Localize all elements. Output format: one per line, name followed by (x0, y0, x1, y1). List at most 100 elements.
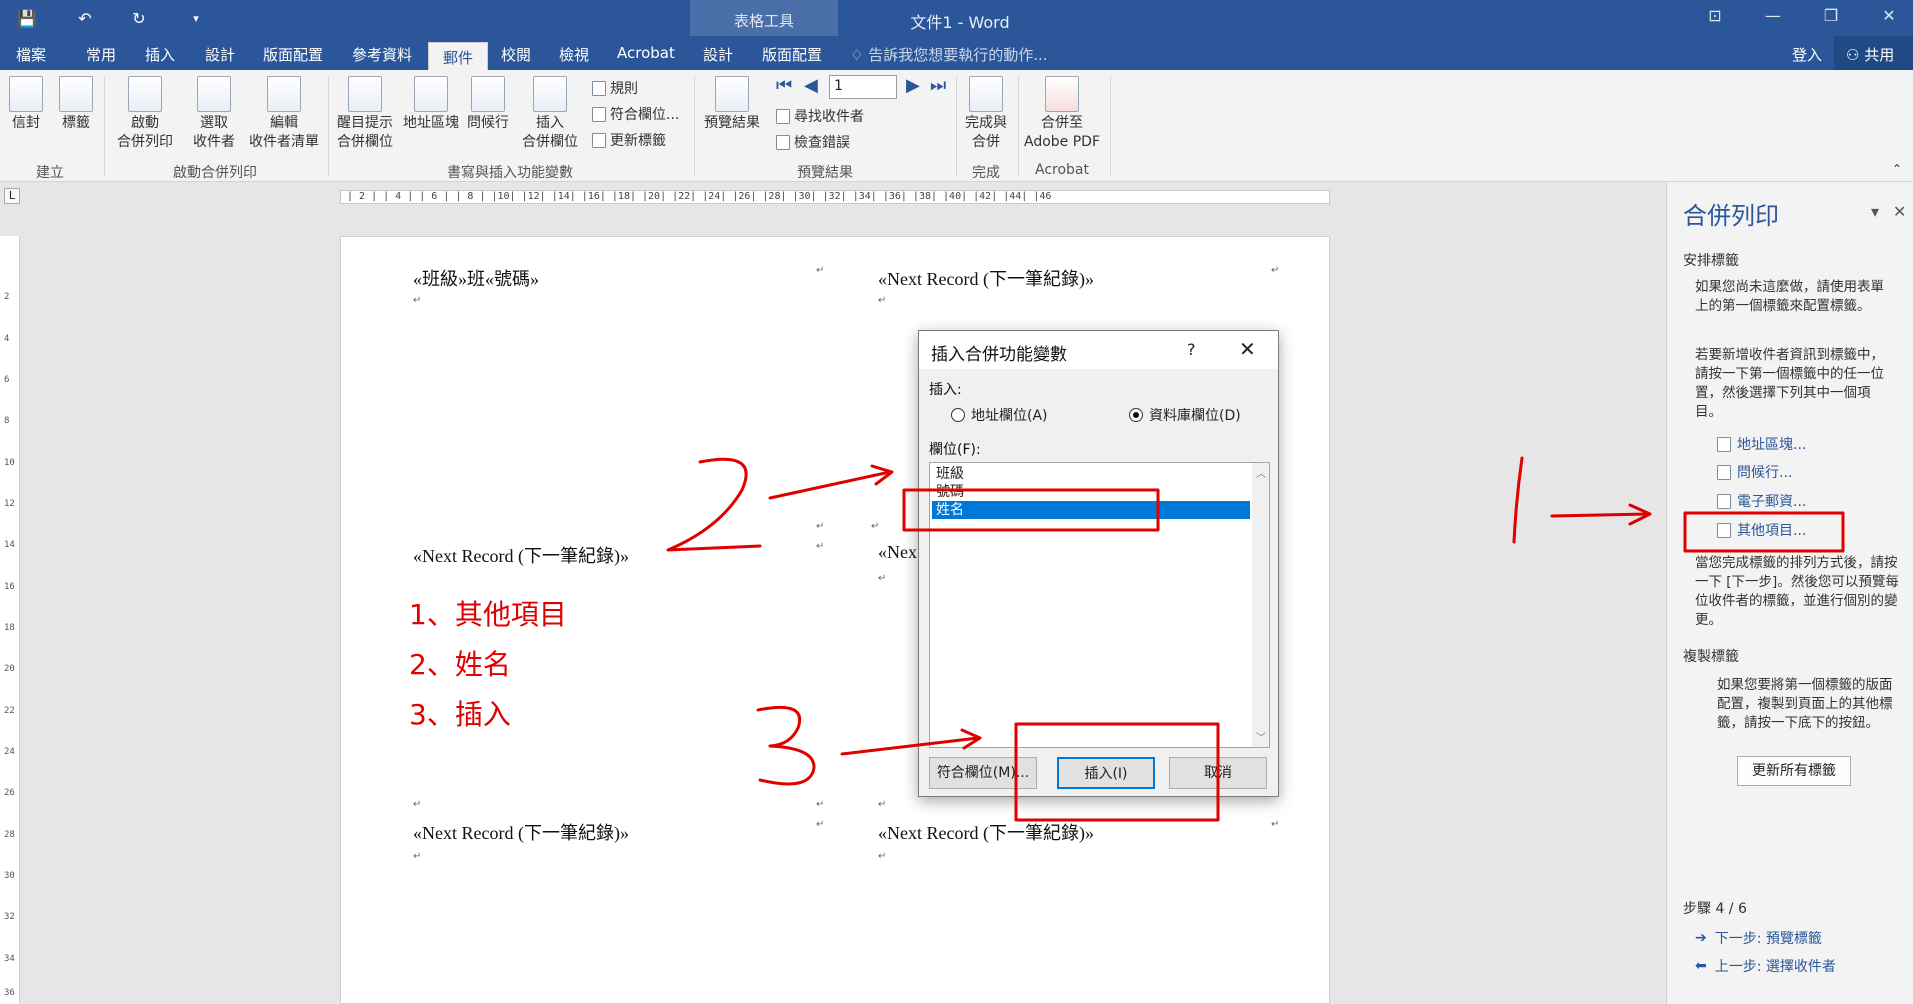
edit-recipient-list-button[interactable]: 編輯 收件者清單 (246, 76, 322, 152)
person-icon: ⚇ (1846, 46, 1865, 64)
first-record-icon[interactable]: ⏮ (776, 75, 792, 96)
vertical-ruler[interactable]: 2 4 6 8 10 12 14 16 18 20 22 24 26 28 30… (0, 236, 20, 1004)
label-cell-next-record-partial[interactable]: «Nex (878, 542, 917, 563)
record-number-input[interactable]: 1 (829, 75, 897, 99)
select-recipients-button[interactable]: 選取 收件者 (186, 76, 242, 152)
insert-merge-field-button[interactable]: 插入 合併欄位 (514, 76, 586, 152)
label-cell-next-record[interactable]: «Next Record (下一筆紀錄)» (878, 819, 1094, 845)
list-item[interactable]: 號碼 (932, 483, 1250, 501)
collapse-ribbon-icon[interactable]: ⌃ (1892, 162, 1902, 176)
labels-icon (59, 76, 93, 112)
cancel-button[interactable]: 取消 (1169, 757, 1267, 789)
share-button[interactable]: ⚇ 共用 (1834, 36, 1913, 70)
highlight-line2: 合併欄位 (337, 134, 393, 150)
close-icon[interactable]: ✕ (1893, 202, 1906, 221)
tab-review[interactable]: 校閱 (501, 44, 531, 65)
help-icon[interactable]: ? (1187, 340, 1196, 359)
highlight-merge-fields-button[interactable]: 醒目提示 合併欄位 (334, 76, 396, 152)
minimize-icon[interactable]: — (1750, 6, 1796, 30)
tell-me-search[interactable]: ♢ 告訴我您想要執行的動作... (850, 44, 1048, 65)
close-icon[interactable]: ✕ (1239, 337, 1256, 361)
radio-database-fields[interactable]: 資料庫欄位(D) (1129, 405, 1241, 425)
find-recipient-button[interactable]: 尋找收件者 (776, 106, 864, 126)
start-merge-line2: 合併列印 (117, 134, 173, 150)
tab-file[interactable]: 檔案 (16, 44, 46, 65)
tab-table-design[interactable]: 設計 (703, 44, 733, 65)
update-all-labels-button[interactable]: 更新所有標籤 (1737, 756, 1851, 786)
rules-button[interactable]: 規則 (592, 78, 638, 98)
v-ruler-tick: 26 (4, 788, 15, 798)
tab-acrobat[interactable]: Acrobat (617, 44, 675, 62)
match-fields-button[interactable]: 符合欄位... (592, 104, 679, 124)
list-item[interactable]: 班級 (932, 465, 1250, 483)
update-labels-label: 更新標籤 (610, 133, 666, 149)
replicate-labels-heading: 複製標籤 (1683, 649, 1739, 665)
next-record-icon[interactable]: ▶ (906, 75, 920, 96)
address-block-link[interactable]: 地址區塊... (1717, 434, 1806, 454)
paragraph-mark: ↵ (413, 851, 422, 862)
tab-home[interactable]: 常用 (86, 44, 116, 65)
preview-results-button[interactable]: 預覽結果 (700, 76, 764, 133)
labels-button[interactable]: 標籤 (56, 76, 96, 133)
tab-insert[interactable]: 插入 (145, 44, 175, 65)
tab-references[interactable]: 參考資料 (352, 44, 412, 65)
sign-in-link[interactable]: 登入 (1792, 44, 1822, 65)
match-fields-button[interactable]: 符合欄位(M)... (929, 757, 1037, 789)
adobe-pdf-icon (1045, 76, 1079, 112)
update-labels-button[interactable]: 更新標籤 (592, 130, 666, 150)
save-icon[interactable]: 💾 (14, 6, 40, 30)
envelopes-button[interactable]: 信封 (6, 76, 46, 133)
cell-marker: ↵ (1271, 819, 1280, 830)
merge-to-pdf-button[interactable]: 合併至 Adobe PDF (1020, 76, 1104, 152)
greeting-icon (471, 76, 505, 112)
label-cell-next-record[interactable]: «Next Record (下一筆紀錄)» (413, 819, 629, 845)
address-block-button[interactable]: 地址區塊 (400, 76, 462, 133)
list-item-selected[interactable]: 姓名 (932, 501, 1250, 519)
tab-layout[interactable]: 版面配置 (263, 44, 323, 65)
last-record-icon[interactable]: ⏭ (930, 75, 946, 96)
tab-selector-button[interactable]: L (4, 188, 20, 204)
group-create: 建立 (36, 165, 64, 181)
scroll-down-icon[interactable]: ﹀ (1256, 729, 1266, 744)
task-pane-options-icon[interactable]: ▾ (1871, 202, 1879, 221)
more-items-link[interactable]: 其他項目... (1717, 520, 1806, 540)
maximize-icon[interactable]: ❐ (1808, 6, 1854, 30)
check-errors-button[interactable]: 檢查錯誤 (776, 132, 850, 152)
tab-table-layout[interactable]: 版面配置 (762, 44, 822, 65)
v-ruler-tick: 10 (4, 458, 15, 468)
document-title: 文件1 - Word (910, 13, 1010, 32)
horizontal-ruler[interactable]: | 2 | | 4 | | 6 | | 8 | |10| |12| |14| |… (340, 190, 1330, 204)
dialog-title-bar: 插入合併功能變數 ? ✕ (919, 331, 1278, 369)
close-window-icon[interactable]: ✕ (1866, 6, 1912, 30)
finish-merge-button[interactable]: 完成與 合併 (960, 76, 1012, 152)
customize-toolbar-icon[interactable]: ▾ (186, 6, 206, 30)
add-recipient-info-instructions: 若要新增收件者資訊到標籤中，請按一下第一個標籤中的任一位置，然後選擇下列其中一個… (1695, 347, 1884, 420)
greeting-line-button[interactable]: 問候行 (464, 76, 512, 133)
electronic-postage-link[interactable]: 電子郵資... (1717, 491, 1806, 511)
radio-address-fields[interactable]: 地址欄位(A) (951, 405, 1048, 425)
v-ruler-tick: 24 (4, 747, 15, 757)
previous-step-link[interactable]: ⬅ 上一步: 選擇收件者 (1695, 956, 1836, 976)
label-cell-next-record[interactable]: «Next Record (下一筆紀錄)» (878, 265, 1094, 291)
cell-marker: ↵ (816, 819, 825, 830)
v-ruler-tick: 14 (4, 540, 15, 550)
redo-icon[interactable]: ↻ (126, 6, 152, 30)
ribbon-display-options-icon[interactable]: ⊡ (1692, 6, 1738, 30)
tab-view[interactable]: 檢視 (559, 44, 589, 65)
scroll-up-icon[interactable]: ︿ (1256, 465, 1266, 480)
check-errors-label: 檢查錯誤 (794, 135, 850, 151)
undo-icon[interactable]: ↶ (70, 6, 100, 30)
previous-record-icon[interactable]: ◀ (804, 75, 818, 96)
arrow-left-icon: ⬅ (1695, 958, 1707, 974)
list-scrollbar[interactable]: ︿ ﹀ (1252, 463, 1269, 747)
greeting-line-link[interactable]: 問候行... (1717, 462, 1792, 482)
tab-mailings[interactable]: 郵件 (428, 42, 489, 70)
next-step-link[interactable]: ➔ 下一步: 預覽標籤 (1695, 928, 1822, 948)
insert-button[interactable]: 插入(I) (1057, 757, 1155, 789)
tab-design[interactable]: 設計 (205, 44, 235, 65)
label-cell-next-record[interactable]: «Next Record (下一筆紀錄)» (413, 542, 629, 568)
start-mail-merge-button[interactable]: 啟動 合併列印 (110, 76, 180, 152)
fields-listbox[interactable]: 班級 號碼 姓名 ︿ ﹀ (929, 462, 1270, 748)
annotation-step-3: 3、插入 (409, 698, 511, 731)
label-cell-first[interactable]: «班級»班«號碼» (413, 265, 539, 291)
